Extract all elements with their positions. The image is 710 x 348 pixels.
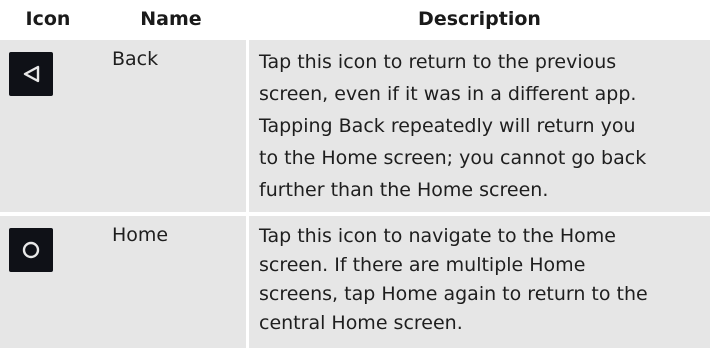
description-line: central Home screen. [259,312,463,334]
header-icon: Icon [25,8,71,30]
table-row-home: Home Tap this icon to navigate to the Ho… [0,216,710,348]
row-name: Back [112,48,159,70]
nav-icons-table: Icon Name Description Back Tap this icon… [0,0,710,348]
description-line: screens, tap Home again to return to the [259,283,648,305]
back-triangle-icon [9,52,53,96]
table-row-back: Back Tap this icon to return to the prev… [0,40,710,212]
description-line: screen. If there are multiple Home [259,254,586,276]
row-description: Tap this icon to return to the previous … [249,40,710,212]
icon-cell [0,40,96,212]
description-line: further than the Home screen. [259,179,549,201]
description-line: to the Home screen; you cannot go back [259,147,647,169]
row-name: Home [112,224,169,246]
header-description: Description [418,8,541,30]
description-line: Tap this icon to navigate to the Home [259,225,616,247]
description-line: Tap this icon to return to the previous [259,51,617,73]
description-line: screen, even if it was in a different ap… [259,83,637,105]
description-line: Tapping Back repeatedly will return you [259,115,636,137]
table-header: Icon Name Description [0,0,710,40]
row-description: Tap this icon to navigate to the Home sc… [249,216,710,348]
header-name: Name [140,8,202,30]
icon-cell [0,216,96,348]
home-circle-icon [9,228,53,272]
